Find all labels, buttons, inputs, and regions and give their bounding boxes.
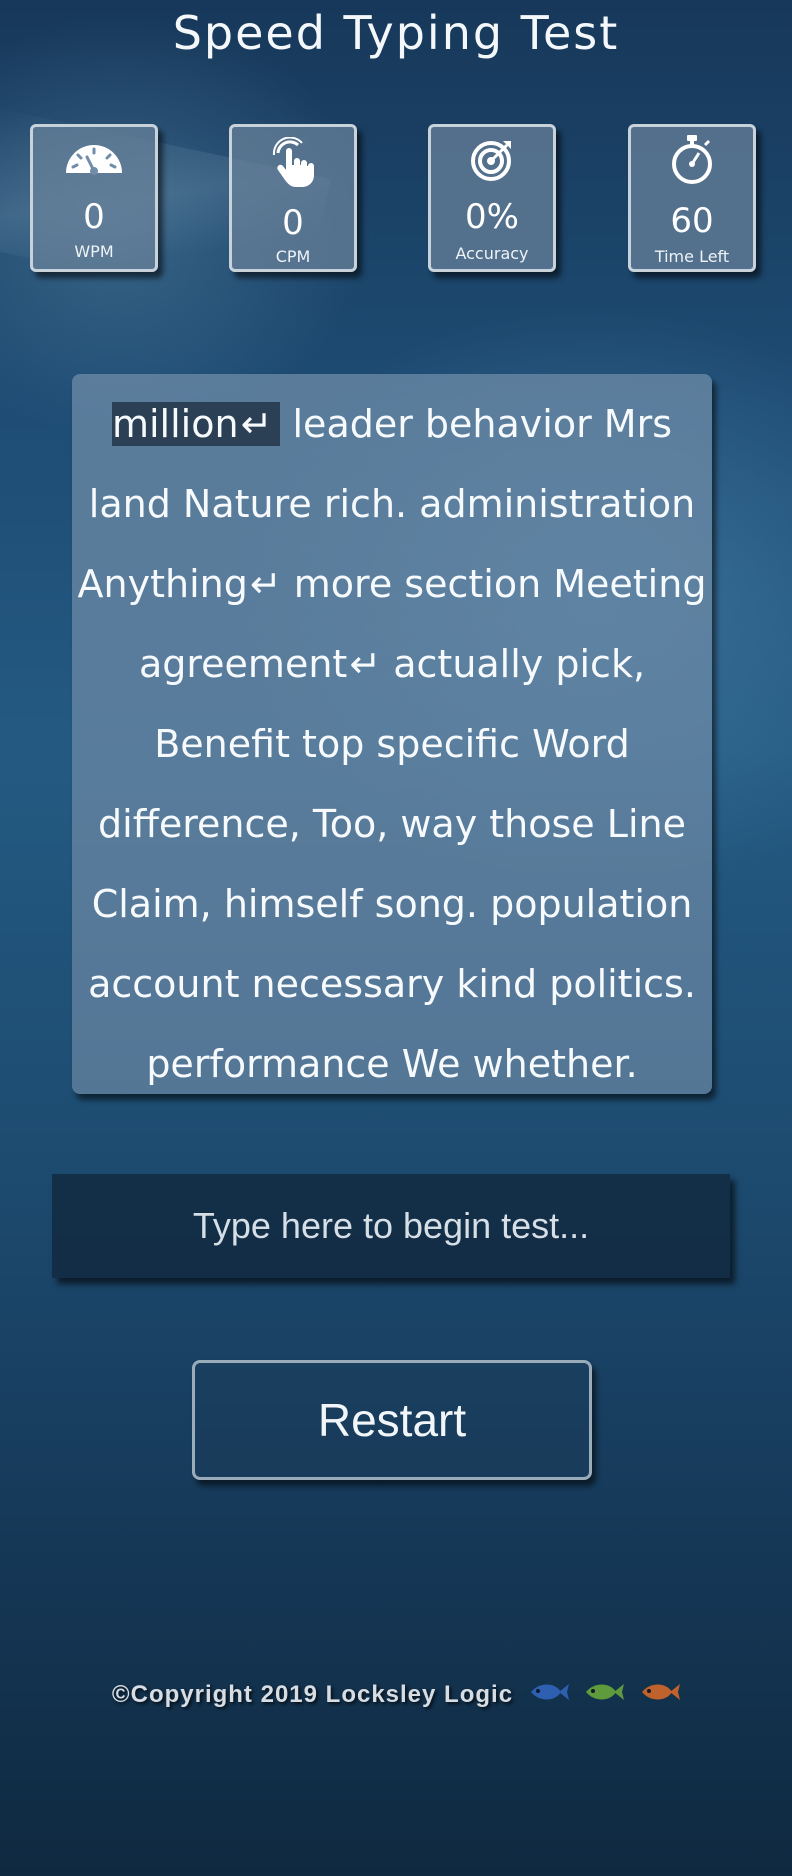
time-left-value: 60 — [670, 201, 714, 241]
wpm-label: WPM — [74, 242, 114, 261]
passage-line: Claim, himself song. population — [91, 882, 693, 926]
passage-line: Anything↵ more section Meeting — [77, 562, 707, 606]
pointer-hand-icon — [232, 137, 354, 187]
passage-line: Benefit top specific Word — [154, 722, 630, 766]
page-title: Speed Typing Test — [172, 6, 620, 60]
fish-icon-orange — [640, 1680, 681, 1711]
passage-line: land Nature rich. administration — [88, 482, 696, 526]
copyright-text: ©Copyright 2019 Locksley Logic — [111, 1680, 514, 1708]
cpm-value: 0 — [282, 203, 304, 243]
speedometer-icon — [33, 137, 155, 185]
return-symbol-icon: ↵ — [249, 562, 282, 606]
current-word: million↵ — [111, 402, 281, 446]
passage-line: performance We whether. — [146, 1042, 638, 1086]
time-left-stat-box: 60 Time Left — [628, 124, 756, 272]
accuracy-stat-box: 0% Accuracy — [428, 124, 556, 272]
return-symbol-icon: ↵ — [349, 642, 382, 686]
passage-line: account necessary kind politics. — [88, 962, 696, 1006]
passage-line: difference, Too, way those Line — [98, 802, 686, 846]
return-symbol-icon: ↵ — [240, 402, 273, 446]
accuracy-value: 0% — [465, 197, 519, 237]
stopwatch-icon — [631, 133, 753, 184]
time-left-label: Time Left — [654, 247, 730, 266]
accuracy-label: Accuracy — [455, 244, 529, 263]
cpm-stat-box: 0 CPM — [229, 124, 357, 272]
passage-line: agreement↵ actually pick, — [138, 642, 646, 686]
wpm-value: 0 — [83, 197, 105, 237]
typing-input[interactable] — [52, 1174, 730, 1278]
footer: ©Copyright 2019 Locksley Logic — [0, 1680, 792, 1711]
wpm-stat-box: 0 WPM — [30, 124, 158, 272]
cpm-label: CPM — [275, 247, 311, 266]
passage-text: million↵ leader behavior Mrs land Nature… — [72, 384, 712, 1104]
fish-icon-green — [584, 1680, 625, 1711]
fish-icon-blue — [529, 1680, 569, 1711]
passage-line: million↵ leader behavior Mrs — [111, 402, 672, 446]
restart-button[interactable]: Restart — [192, 1360, 592, 1480]
target-icon — [431, 137, 553, 185]
passage-panel: million↵ leader behavior Mrs land Nature… — [72, 374, 712, 1094]
